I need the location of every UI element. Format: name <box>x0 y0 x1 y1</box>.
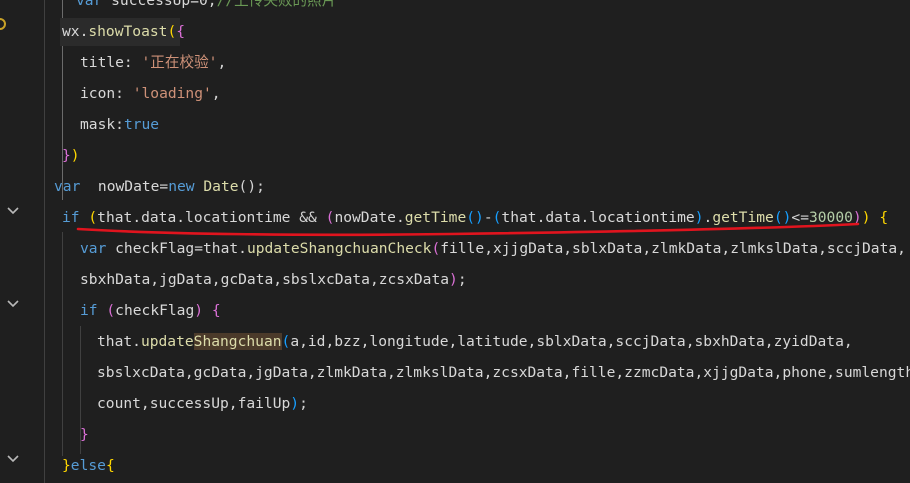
hand-drawn-underline <box>76 222 860 237</box>
